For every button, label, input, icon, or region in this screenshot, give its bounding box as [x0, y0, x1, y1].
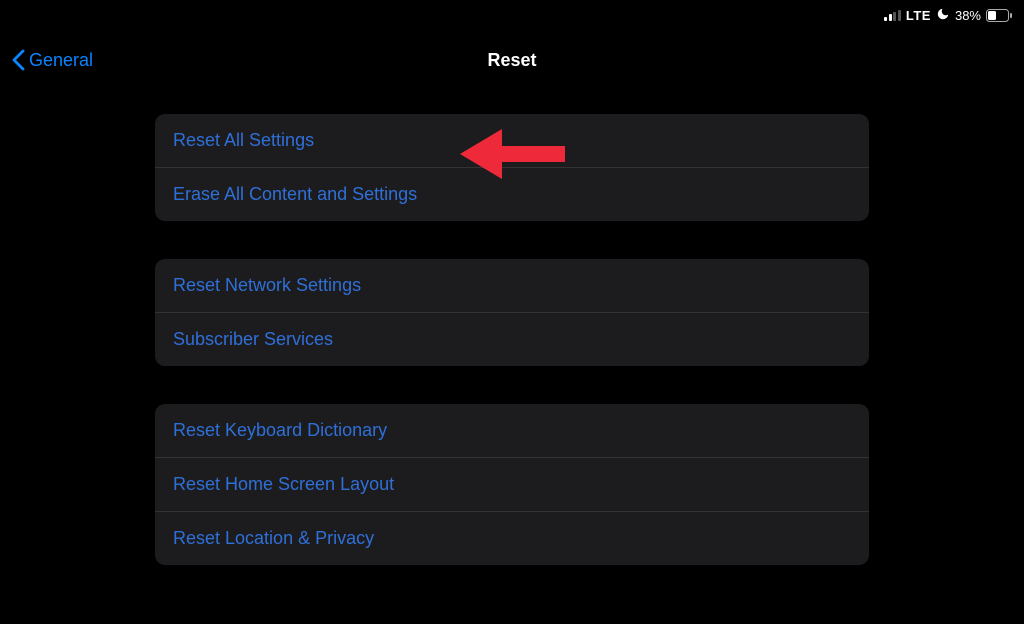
cellular-signal-icon	[884, 10, 901, 21]
row-label: Reset Network Settings	[173, 275, 361, 295]
battery-icon	[986, 9, 1012, 22]
settings-group-1: Reset All Settings Erase All Content and…	[155, 114, 869, 221]
back-button[interactable]: General	[12, 49, 93, 71]
row-label: Subscriber Services	[173, 329, 333, 349]
row-label: Reset Keyboard Dictionary	[173, 420, 387, 440]
settings-group-2: Reset Network Settings Subscriber Servic…	[155, 259, 869, 366]
battery-percent-label: 38%	[955, 8, 981, 23]
back-button-label: General	[29, 50, 93, 71]
settings-content: Reset All Settings Erase All Content and…	[155, 114, 869, 603]
reset-all-settings[interactable]: Reset All Settings	[155, 114, 869, 168]
row-label: Reset Location & Privacy	[173, 528, 374, 548]
row-label: Reset Home Screen Layout	[173, 474, 394, 494]
row-label: Erase All Content and Settings	[173, 184, 417, 204]
subscriber-services[interactable]: Subscriber Services	[155, 313, 869, 366]
row-label: Reset All Settings	[173, 130, 314, 150]
status-bar: LTE 38%	[884, 7, 1012, 24]
reset-keyboard-dictionary[interactable]: Reset Keyboard Dictionary	[155, 404, 869, 458]
network-type-label: LTE	[906, 8, 931, 23]
erase-all-content[interactable]: Erase All Content and Settings	[155, 168, 869, 221]
page-title: Reset	[487, 50, 536, 71]
reset-location-privacy[interactable]: Reset Location & Privacy	[155, 512, 869, 565]
chevron-left-icon	[12, 49, 25, 71]
do-not-disturb-moon-icon	[936, 7, 950, 24]
navigation-header: General Reset	[0, 40, 1024, 80]
settings-group-3: Reset Keyboard Dictionary Reset Home Scr…	[155, 404, 869, 565]
reset-home-screen-layout[interactable]: Reset Home Screen Layout	[155, 458, 869, 512]
reset-network-settings[interactable]: Reset Network Settings	[155, 259, 869, 313]
